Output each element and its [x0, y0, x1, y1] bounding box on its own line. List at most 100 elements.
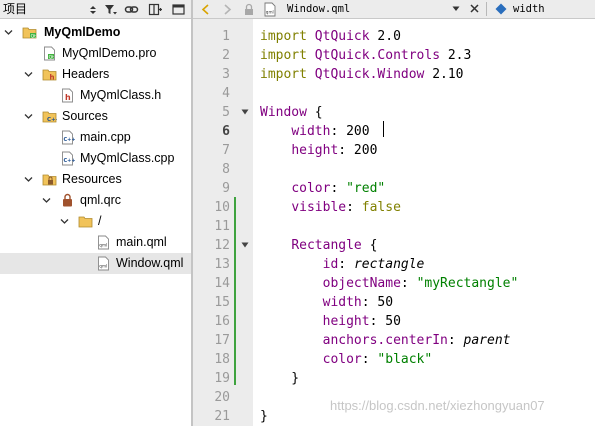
close-panel-icon[interactable] — [171, 2, 186, 17]
line-number: 9 — [222, 181, 230, 196]
line-number: 17 — [214, 333, 230, 348]
svg-text:Qt: Qt — [49, 54, 55, 60]
line-number: 14 — [214, 276, 230, 291]
pro-file-icon: Qt — [44, 46, 55, 61]
change-marker — [234, 197, 236, 385]
open-file-name[interactable]: Window.qml — [287, 3, 350, 16]
tree-item-label: Headers — [62, 67, 110, 81]
lock-icon[interactable] — [243, 3, 255, 16]
line-number: 4 — [222, 86, 230, 101]
filter-icon[interactable] — [103, 2, 118, 17]
tree-item-label: MyQmlDemo — [44, 25, 121, 39]
qt-project-icon: Qt — [22, 27, 37, 39]
tree-item-main-qml[interactable]: qml main.qml — [0, 232, 191, 253]
resources-folder-icon — [42, 174, 57, 186]
close-icon[interactable] — [469, 3, 480, 14]
line-number: 18 — [214, 352, 230, 367]
code-line: id: rectangle — [322, 257, 425, 272]
line-number: 7 — [222, 143, 230, 158]
forward-arrow-icon[interactable] — [222, 4, 232, 15]
tree-item-window-qml[interactable]: qml Window.qml — [0, 253, 191, 274]
property-symbol-icon — [495, 3, 507, 15]
svg-text:qml: qml — [99, 264, 107, 269]
line-number: 10 — [214, 200, 230, 215]
split-view-icon[interactable] — [148, 2, 163, 17]
line-number: 1 — [222, 29, 230, 44]
editor-toolbar: qml Window.qml width — [193, 0, 595, 19]
panel-title[interactable]: 项目 — [3, 2, 27, 17]
dropdown-arrow-icon[interactable] — [452, 6, 460, 12]
code-line: objectName: "myRectangle" — [322, 276, 519, 291]
tree-item-label: qml.qrc — [80, 193, 121, 207]
project-panel: 项目 Qt MyQmlDemo Qt MyQmlDemo.pro h Heade… — [0, 0, 191, 426]
line-number: 12 — [214, 238, 230, 253]
tree-item-main-cpp[interactable]: C++ main.cpp — [0, 127, 191, 148]
cpp-file-icon: C++ — [62, 151, 75, 166]
tree-item-class-cpp[interactable]: C++ MyQmlClass.cpp — [0, 148, 191, 169]
svg-text:h: h — [65, 93, 71, 102]
code-line: import QtQuick.Controls 2.3 — [260, 48, 472, 63]
tree-item-label: main.qml — [116, 235, 167, 249]
line-number: 16 — [214, 314, 230, 329]
tree-item-pro-file[interactable]: Qt MyQmlDemo.pro — [0, 43, 191, 64]
svg-text:Qt: Qt — [31, 33, 37, 39]
up-down-arrows-icon[interactable] — [88, 5, 98, 15]
tree-item-label: main.cpp — [80, 130, 131, 144]
tree-item-project[interactable]: Qt MyQmlDemo — [0, 22, 191, 43]
tree-item-root-prefix[interactable]: / — [0, 211, 191, 232]
sources-folder-icon: C++ — [42, 111, 57, 123]
tree-item-label: Window.qml — [116, 256, 184, 270]
line-number: 13 — [214, 257, 230, 272]
current-symbol[interactable]: width — [513, 3, 545, 16]
tree-item-headers[interactable]: h Headers — [0, 64, 191, 85]
code-line: anchors.centerIn: parent — [322, 333, 511, 348]
tree-item-label: Sources — [62, 109, 108, 123]
code-line: height: 50 — [322, 314, 401, 329]
cpp-file-icon: C++ — [62, 130, 75, 145]
line-number: 11 — [214, 219, 230, 234]
tree-item-label: MyQmlClass.h — [80, 88, 162, 102]
line-number: 3 — [222, 67, 230, 82]
link-icon[interactable] — [124, 2, 139, 17]
svg-text:qml: qml — [266, 10, 274, 15]
chevron-down-icon[interactable] — [24, 112, 33, 121]
line-number-current: 6 — [222, 124, 230, 139]
back-arrow-icon[interactable] — [201, 4, 211, 15]
chevron-down-icon[interactable] — [24, 175, 33, 184]
chevron-down-icon[interactable] — [4, 28, 13, 37]
tree-item-header-file[interactable]: h MyQmlClass.h — [0, 85, 191, 106]
line-number: 21 — [214, 409, 230, 424]
svg-text:qml: qml — [99, 243, 107, 248]
project-panel-toolbar: 项目 — [0, 0, 191, 19]
chevron-down-icon[interactable] — [42, 196, 51, 205]
line-number: 2 — [222, 48, 230, 63]
toolbar-divider — [486, 2, 487, 16]
svg-text:C++: C++ — [47, 117, 57, 123]
qrc-file-icon — [63, 193, 72, 207]
tree-item-qrc[interactable]: qml.qrc — [0, 190, 191, 211]
folder-icon — [78, 216, 93, 228]
fold-marker-icon[interactable] — [241, 241, 249, 249]
tree-item-sources[interactable]: C++ Sources — [0, 106, 191, 127]
tree-item-resources[interactable]: Resources — [0, 169, 191, 190]
chevron-down-icon[interactable] — [24, 70, 33, 79]
header-file-icon: h — [62, 88, 73, 103]
fold-marker-icon[interactable] — [241, 108, 249, 116]
chevron-down-icon[interactable] — [60, 217, 69, 226]
line-number: 19 — [214, 371, 230, 386]
line-number: 5 — [222, 105, 230, 120]
code-line: color: "black" — [322, 352, 433, 367]
tree-item-label: Resources — [62, 172, 122, 186]
headers-folder-icon: h — [42, 69, 57, 82]
qml-file-icon: qml — [264, 2, 276, 17]
tree-item-label: MyQmlClass.cpp — [80, 151, 175, 165]
code-line: import QtQuick 2.0 — [260, 29, 401, 44]
folding-column — [233, 19, 253, 426]
tree-item-label: / — [98, 214, 102, 228]
svg-text:h: h — [50, 74, 55, 82]
tree-item-label: MyQmlDemo.pro — [62, 46, 157, 60]
code-line: width: 200 — [291, 124, 370, 139]
code-line: width: 50 — [322, 295, 394, 310]
qml-file-icon: qml — [98, 235, 109, 250]
watermark: https://blog.csdn.net/xiezhongyuan07 — [330, 398, 545, 413]
